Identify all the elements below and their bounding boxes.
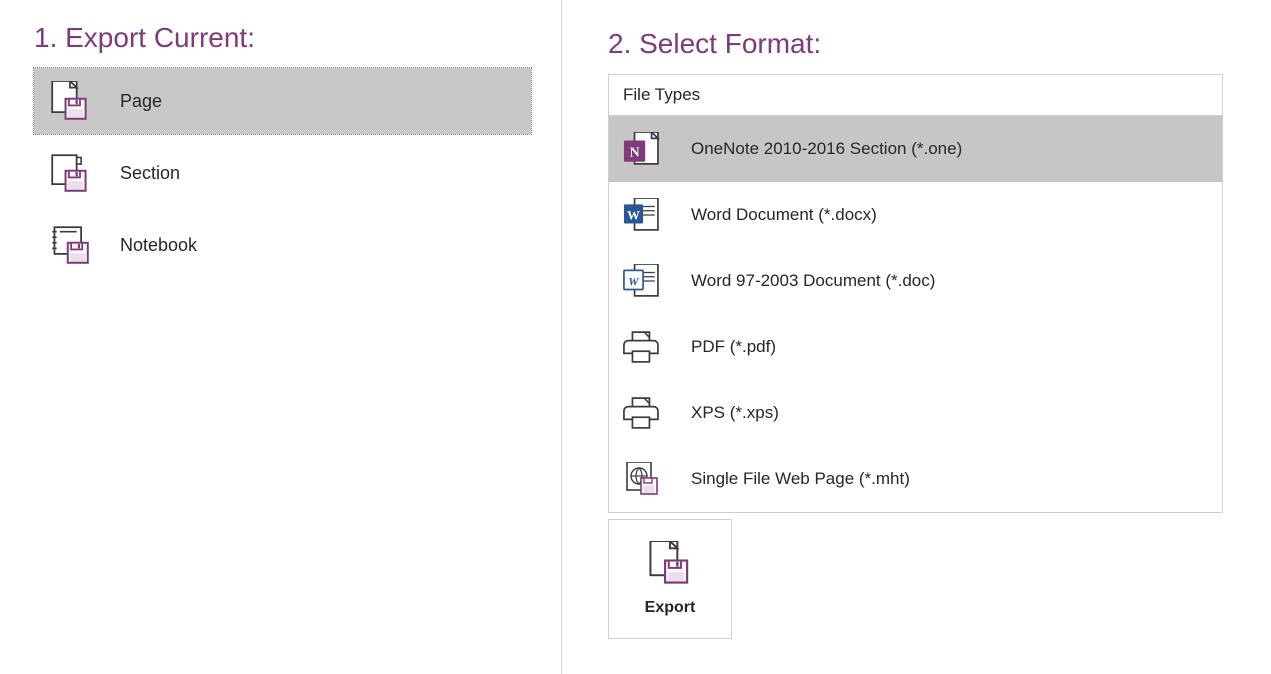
export-format-heading: 2. Select Format: [608, 28, 1241, 60]
scope-item-notebook[interactable]: Notebook [34, 212, 531, 278]
format-item-docx[interactable]: Word Document (*.docx) [609, 182, 1222, 248]
scope-item-section[interactable]: Section [34, 140, 531, 206]
format-item-doc[interactable]: Word 97-2003 Document (*.doc) [609, 248, 1222, 314]
mht-webpage-icon [623, 462, 679, 496]
format-item-mht[interactable]: Single File Web Page (*.mht) [609, 446, 1222, 512]
format-item-onenote[interactable]: OneNote 2010-2016 Section (*.one) [609, 116, 1222, 182]
file-types-group: File Types OneNote 2010-2016 Section (*.… [608, 74, 1223, 513]
notebook-save-icon [50, 225, 102, 265]
export-button[interactable]: Export [608, 519, 732, 639]
export-scope-heading: 1. Export Current: [34, 22, 531, 54]
export-page-save-icon [648, 541, 692, 585]
onenote-file-icon [623, 132, 679, 166]
export-button-label: Export [645, 599, 696, 617]
format-item-label: Word Document (*.docx) [679, 205, 877, 225]
format-item-label: OneNote 2010-2016 Section (*.one) [679, 139, 962, 159]
word-docx-icon [623, 198, 679, 232]
scope-item-label: Section [102, 163, 180, 184]
export-format-pane: 2. Select Format: File Types OneNote 201… [562, 0, 1271, 674]
scope-item-page[interactable]: Page [34, 68, 531, 134]
page-save-icon [50, 81, 102, 121]
word-doc-icon [623, 264, 679, 298]
format-item-pdf[interactable]: PDF (*.pdf) [609, 314, 1222, 380]
format-item-label: Single File Web Page (*.mht) [679, 469, 910, 489]
xps-printer-icon [623, 396, 679, 430]
format-item-label: PDF (*.pdf) [679, 337, 776, 357]
format-item-label: Word 97-2003 Document (*.doc) [679, 271, 935, 291]
format-item-label: XPS (*.xps) [679, 403, 779, 423]
pdf-printer-icon [623, 330, 679, 364]
scope-item-label: Page [102, 91, 162, 112]
scope-item-label: Notebook [102, 235, 197, 256]
export-scope-pane: 1. Export Current: Page Section Notebook [0, 0, 562, 674]
section-save-icon [50, 153, 102, 193]
file-types-header: File Types [609, 75, 1222, 116]
format-item-xps[interactable]: XPS (*.xps) [609, 380, 1222, 446]
